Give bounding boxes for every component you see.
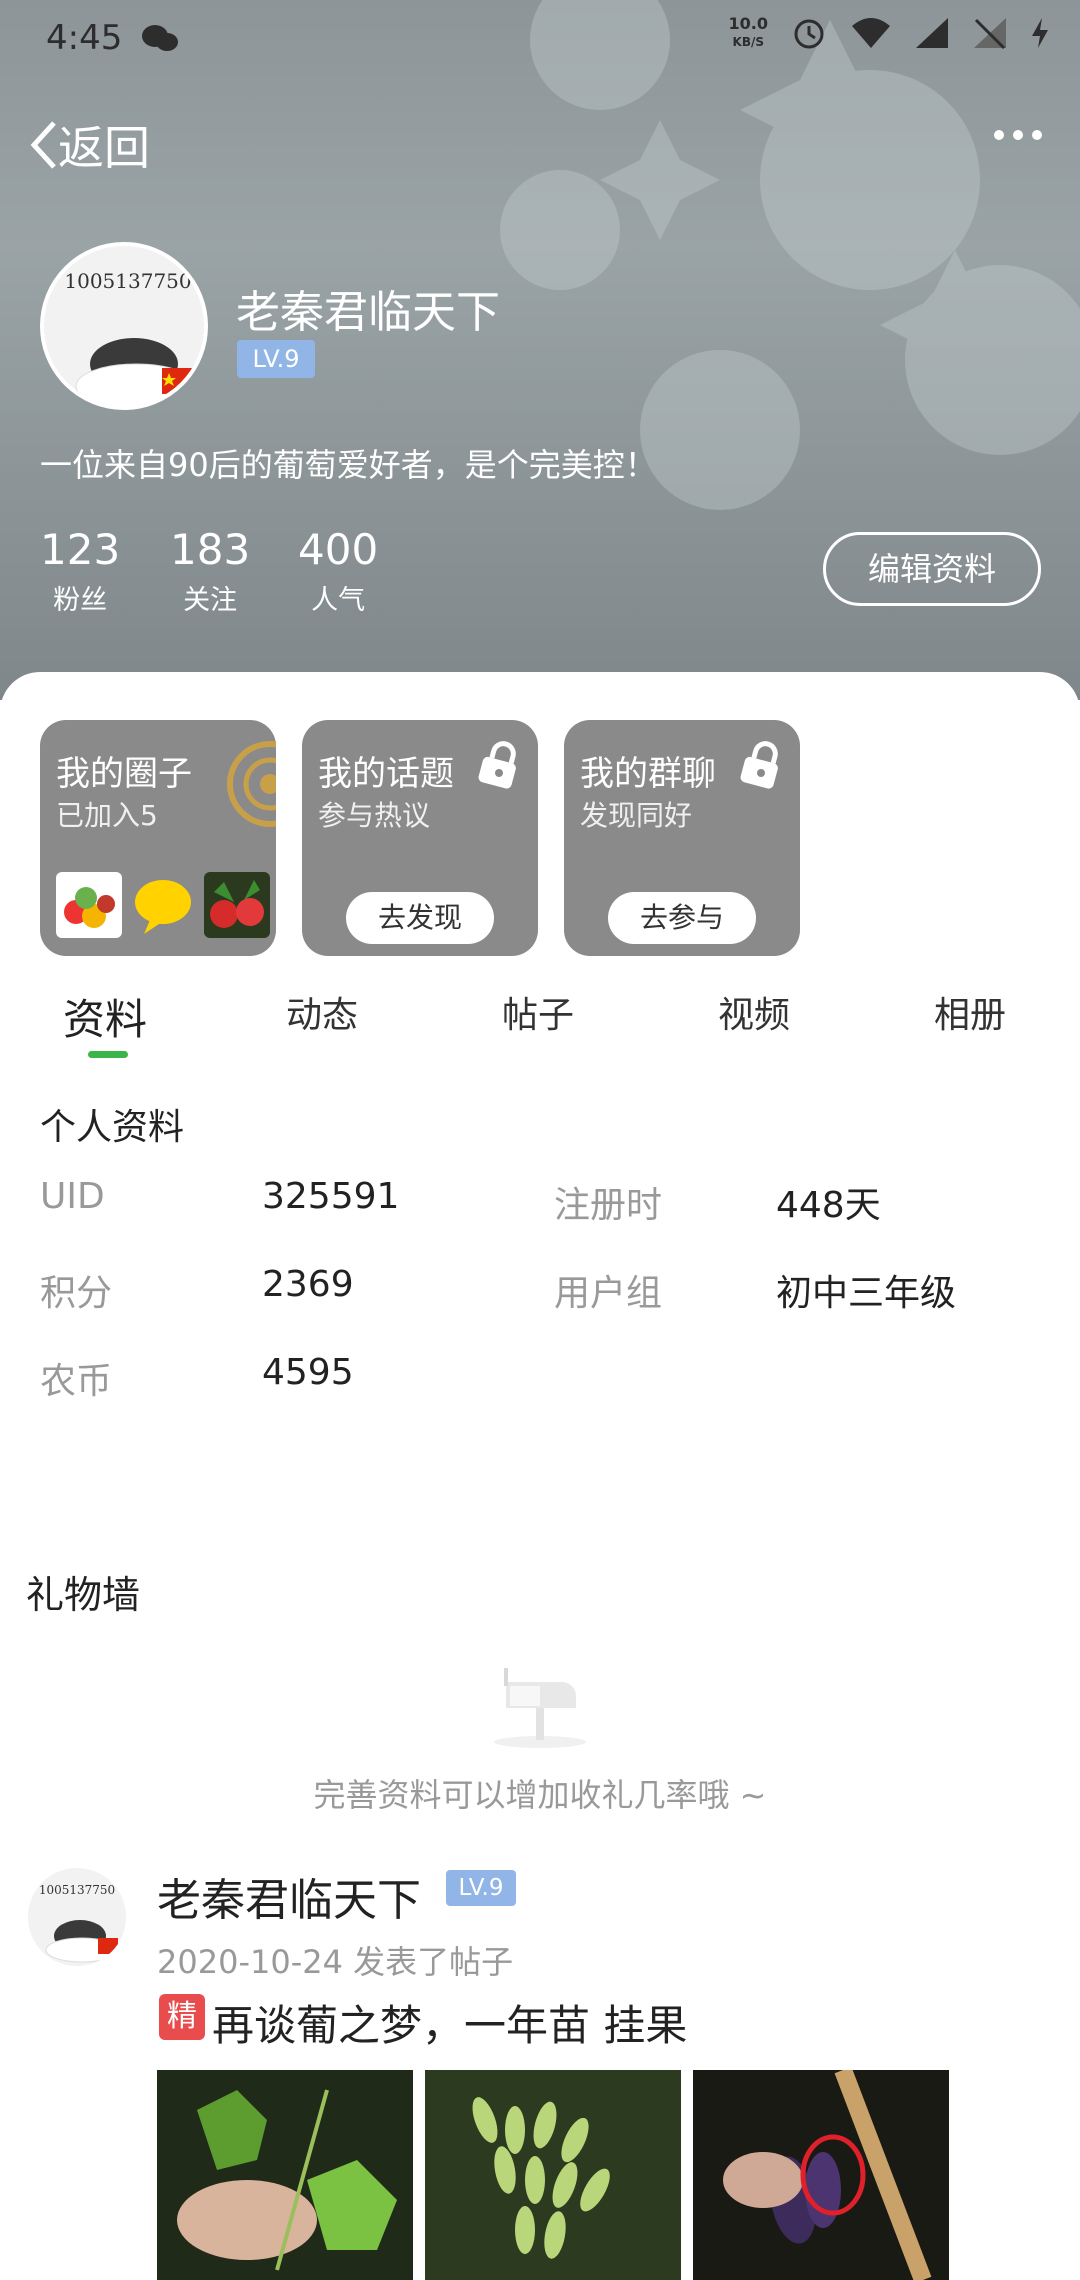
tab-videos[interactable]: 视频 — [718, 986, 790, 1038]
info-label-registered: 注册时 — [554, 1185, 663, 1226]
info-label-user-group: 用户组 — [554, 1273, 663, 1314]
discover-button[interactable]: 去发现 — [346, 892, 494, 944]
lock-icon — [740, 741, 778, 789]
charging-icon — [1032, 18, 1048, 48]
info-value-uid: 325591 — [262, 1176, 400, 1217]
active-tab-indicator — [88, 1051, 128, 1058]
no-signal-icon — [974, 18, 1006, 50]
post-title[interactable]: 再谈葡之梦，一年苗 挂果 — [212, 1992, 687, 2053]
tab-profile[interactable]: 资料 — [63, 986, 147, 1047]
level-badge: LV.9 — [237, 340, 315, 378]
stat-popularity[interactable]: 400 人气 — [298, 525, 378, 617]
section-title-personal: 个人资料 — [40, 1107, 185, 1148]
post-meta: 2020-10-24 发表了帖子 — [157, 1943, 514, 1981]
avatar-caption: 1005137750 — [64, 269, 191, 293]
avatar-caption: 1005137750 — [39, 1883, 115, 1897]
card-my-group-chats[interactable]: 我的群聊 发现同好 去参与 — [564, 720, 800, 956]
post-level-badge: LV.9 — [446, 1870, 516, 1906]
post-image-purple-grapes[interactable] — [693, 2070, 949, 2280]
tab-activity[interactable]: 动态 — [286, 986, 358, 1038]
lock-icon — [478, 741, 516, 789]
join-button[interactable]: 去参与 — [608, 892, 756, 944]
info-label-uid: UID — [40, 1176, 105, 1217]
signal-icon — [916, 18, 948, 48]
alarm-icon — [794, 19, 824, 49]
featured-badge: 精 — [159, 1994, 205, 2040]
card-my-circles[interactable]: 我的圈子 已加入5 — [40, 720, 276, 956]
more-dot-icon — [1013, 130, 1023, 140]
info-value-registered: 448天 — [776, 1185, 881, 1226]
avatar[interactable]: 1005137750 — [40, 242, 208, 410]
post-author-avatar[interactable]: 1005137750 — [28, 1868, 126, 1966]
mailbox-icon — [494, 1668, 586, 1748]
status-time: 4:45 — [46, 18, 123, 58]
post-author-name[interactable]: 老秦君临天下 — [157, 1864, 421, 1928]
profile-tabs: 资料 动态 帖子 视频 相册 — [0, 978, 1080, 1068]
post-image-grape-cluster[interactable] — [425, 2070, 681, 2280]
profile-bio: 一位来自90后的葡萄爱好者，是个完美控！ — [40, 446, 657, 484]
chevron-left-icon — [30, 121, 56, 169]
gift-wall-tip: 完善资料可以增加收礼几率哦 ~ — [313, 1776, 767, 1814]
fruit-basket-thumbnail — [56, 872, 122, 938]
wechat-icon — [140, 22, 180, 60]
status-bar: 4:45 10.0 KB/S — [0, 0, 1080, 80]
circle-swirl-icon — [227, 741, 276, 827]
back-label: 返回 — [58, 121, 150, 175]
info-value-coins: 4595 — [262, 1352, 354, 1393]
info-value-user-group: 初中三年级 — [776, 1273, 957, 1314]
post-image-grape-leaves[interactable] — [157, 2070, 413, 2280]
tab-albums[interactable]: 相册 — [934, 986, 1006, 1038]
strawberry-thumbnail — [204, 872, 270, 938]
section-title-gift-wall: 礼物墙 — [26, 1573, 141, 1617]
info-label-points: 积分 — [40, 1273, 113, 1314]
more-dot-icon — [1032, 130, 1042, 140]
network-speed: 10.0 KB/S — [728, 14, 768, 50]
back-button[interactable]: 返回 — [28, 112, 150, 178]
profile-name: 老秦君临天下 — [236, 287, 500, 338]
chat-bubble-thumbnail — [135, 880, 191, 934]
stat-following[interactable]: 183 关注 — [170, 525, 250, 617]
more-options-button[interactable] — [994, 130, 1042, 140]
more-dot-icon — [994, 130, 1004, 140]
stat-fans[interactable]: 123 粉丝 — [40, 525, 120, 617]
tab-posts[interactable]: 帖子 — [502, 986, 574, 1038]
edit-profile-button[interactable]: 编辑资料 — [823, 532, 1041, 606]
card-my-topics[interactable]: 我的话题 参与热议 去发现 — [302, 720, 538, 956]
info-label-coins: 农币 — [40, 1361, 113, 1402]
info-value-points: 2369 — [262, 1264, 354, 1305]
wifi-icon — [852, 18, 890, 48]
